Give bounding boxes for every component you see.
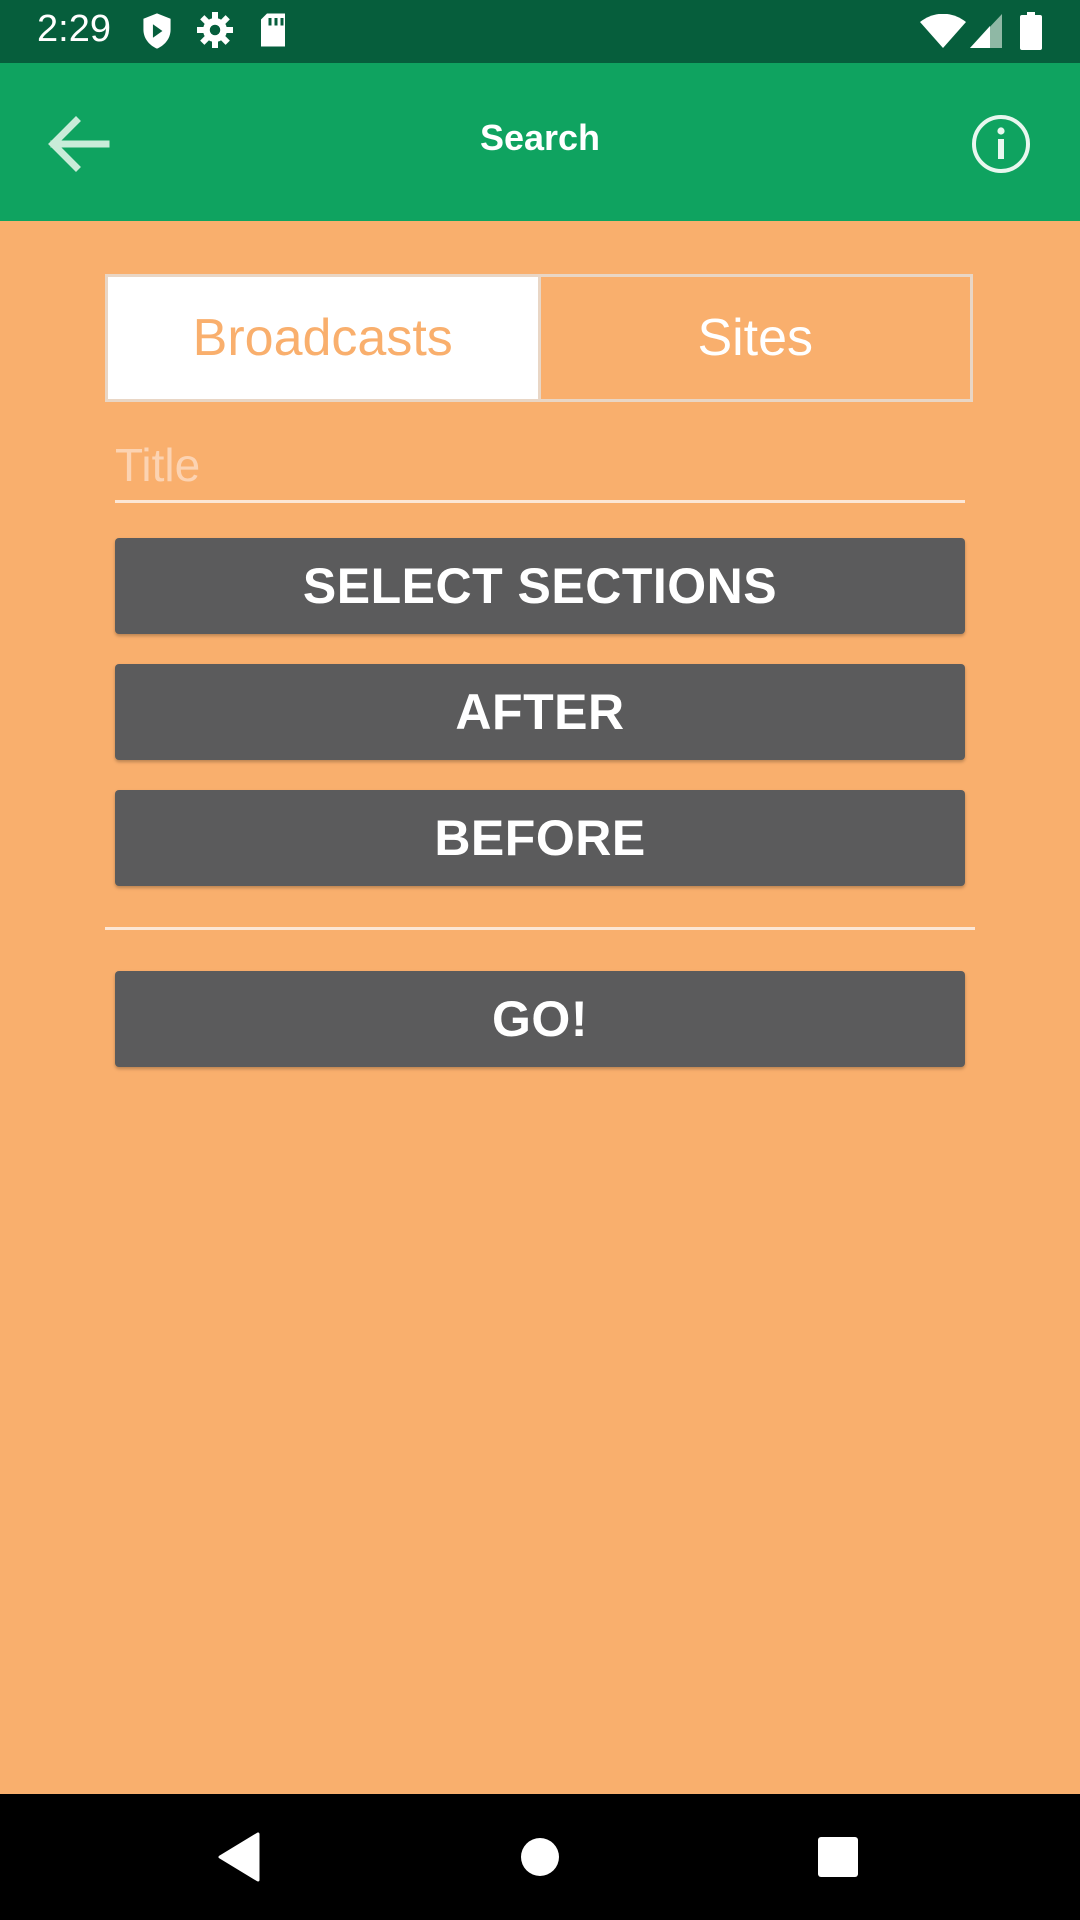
- go-button[interactable]: GO!: [115, 971, 965, 1067]
- back-triangle-icon[interactable]: [206, 1824, 272, 1890]
- info-circle-icon[interactable]: [970, 113, 1032, 175]
- before-button[interactable]: BEFORE: [115, 790, 965, 886]
- select-sections-button[interactable]: SELECT SECTIONS: [115, 538, 965, 634]
- wifi-icon: [920, 14, 966, 48]
- sd-card-icon: [261, 13, 285, 47]
- shield-icon: [143, 13, 171, 49]
- segmented-tabs: Broadcasts Sites: [105, 274, 973, 402]
- title-input[interactable]: [115, 430, 965, 503]
- gear-icon: [197, 12, 233, 48]
- recents-square-icon[interactable]: [805, 1824, 871, 1890]
- status-time: 2:29: [37, 8, 111, 50]
- tab-broadcasts[interactable]: Broadcasts: [108, 277, 538, 399]
- status-bar: 2:29: [0, 0, 1080, 63]
- after-button[interactable]: AFTER: [115, 664, 965, 760]
- tab-sites[interactable]: Sites: [537, 277, 971, 399]
- signal-icon: [970, 14, 1002, 48]
- divider: [105, 927, 975, 930]
- battery-icon: [1020, 12, 1042, 50]
- page-title: Search: [479, 117, 601, 158]
- app-bar: Search: [0, 63, 1080, 221]
- home-circle-icon[interactable]: [507, 1824, 573, 1890]
- navigation-bar: [0, 1794, 1080, 1920]
